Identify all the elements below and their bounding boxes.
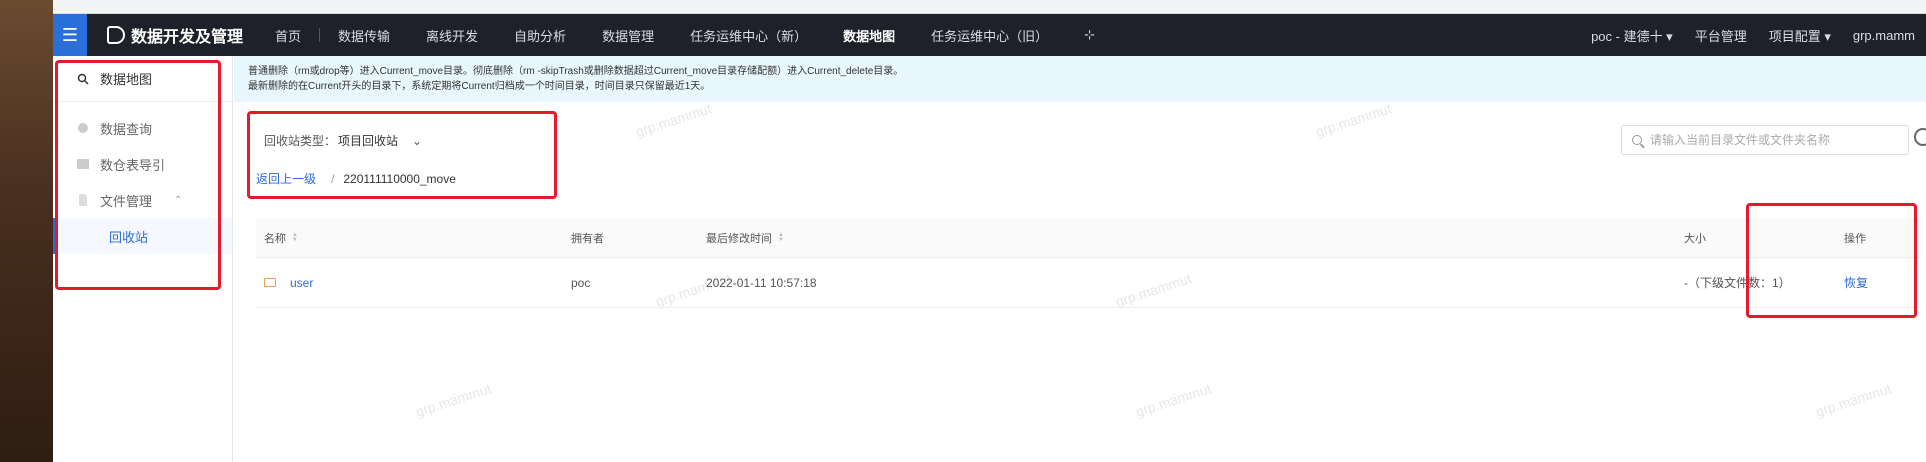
platform-admin-link[interactable]: 平台管理 bbox=[1684, 14, 1758, 56]
notice-line-2: 最新删除的在Current开头的目录下，系统定期将Current归档成一个时间目… bbox=[248, 81, 711, 92]
nav-item-data-transfer[interactable]: 数据传输 bbox=[320, 14, 408, 56]
nav-item-task-ops-new[interactable]: 任务运维中心（新） bbox=[672, 14, 825, 56]
top-navigation: ☰ 数据开发及管理 首页 数据传输 离线开发 自助分析 数据管理 任务运维中心（… bbox=[53, 14, 1926, 56]
nav-item-self-analysis[interactable]: 自助分析 bbox=[496, 14, 584, 56]
watermark: grp.mammut bbox=[1813, 380, 1894, 420]
project-selector[interactable]: poc - 建德十 ▾ bbox=[1580, 14, 1684, 56]
table-row: user poc 2022-01-11 10:57:18 -（下级文件数：1） … bbox=[256, 258, 1921, 308]
nav-item-task-ops-old[interactable]: 任务运维中心（旧） bbox=[913, 14, 1066, 56]
info-notice: 普通删除（rm或drop等）进入Current_move目录。彻底删除（rm -… bbox=[234, 56, 1926, 102]
fullscreen-icon[interactable]: ⊹ bbox=[1066, 14, 1113, 56]
folder-icon bbox=[264, 278, 276, 287]
watermark: grp.mammut bbox=[633, 100, 714, 140]
user-menu[interactable]: grp.mamm bbox=[1842, 14, 1926, 56]
nav-item-data-map[interactable]: 数据地图 bbox=[825, 14, 913, 56]
app-window: ☰ 数据开发及管理 首页 数据传输 离线开发 自助分析 数据管理 任务运维中心（… bbox=[0, 0, 1926, 462]
cell-name: user bbox=[256, 276, 571, 290]
nav-item-offline-dev[interactable]: 离线开发 bbox=[408, 14, 496, 56]
refresh-icon[interactable] bbox=[1914, 128, 1926, 152]
nav-item-home[interactable]: 首页 bbox=[257, 14, 319, 56]
cell-owner: poc bbox=[571, 275, 591, 290]
folder-link[interactable]: user bbox=[290, 276, 313, 290]
header-label: 最后修改时间 bbox=[706, 232, 772, 245]
notice-line-1: 普通删除（rm或drop等）进入Current_move目录。彻底删除（rm -… bbox=[248, 66, 904, 77]
sort-icon[interactable]: ▲ ▼ bbox=[292, 232, 298, 243]
nav-right-group: poc - 建德十 ▾ 平台管理 项目配置 ▾ grp.mamm bbox=[1580, 14, 1926, 56]
watermark: grp.mammut bbox=[1133, 380, 1214, 420]
header-name[interactable]: 名称 ▲ ▼ bbox=[256, 230, 571, 246]
project-config-menu[interactable]: 项目配置 ▾ bbox=[1758, 14, 1842, 56]
cell-modified: 2022-01-11 10:57:18 bbox=[706, 275, 817, 290]
nav-item-data-management[interactable]: 数据管理 bbox=[584, 14, 672, 56]
header-modified[interactable]: 最后修改时间 ▲ ▼ bbox=[706, 230, 1684, 246]
search-input[interactable] bbox=[1650, 133, 1890, 147]
search-box[interactable] bbox=[1621, 125, 1909, 155]
search-icon bbox=[1632, 135, 1642, 145]
app-brand[interactable]: 数据开发及管理 bbox=[107, 23, 257, 47]
highlight-box-sidebar bbox=[55, 60, 221, 290]
watermark: grp.mammut bbox=[1313, 100, 1394, 140]
app-title: 数据开发及管理 bbox=[131, 29, 244, 46]
logo-icon bbox=[107, 26, 125, 44]
browser-bookmark-bar bbox=[53, 0, 1926, 14]
header-owner: 拥有者 bbox=[571, 232, 604, 245]
file-table: 名称 ▲ ▼ 拥有者 最后修改时间 ▲ ▼ 大小 操作 user poc 2022-… bbox=[256, 218, 1921, 308]
watermark: grp.mammut bbox=[413, 380, 494, 420]
highlight-box-actions bbox=[1746, 203, 1917, 318]
highlight-box-recycle-type bbox=[247, 111, 557, 199]
sort-icon[interactable]: ▲ ▼ bbox=[778, 232, 784, 243]
menu-icon[interactable]: ☰ bbox=[53, 14, 87, 56]
table-header: 名称 ▲ ▼ 拥有者 最后修改时间 ▲ ▼ 大小 操作 bbox=[256, 218, 1921, 258]
header-label: 名称 bbox=[264, 232, 286, 245]
desktop-background bbox=[0, 0, 53, 462]
